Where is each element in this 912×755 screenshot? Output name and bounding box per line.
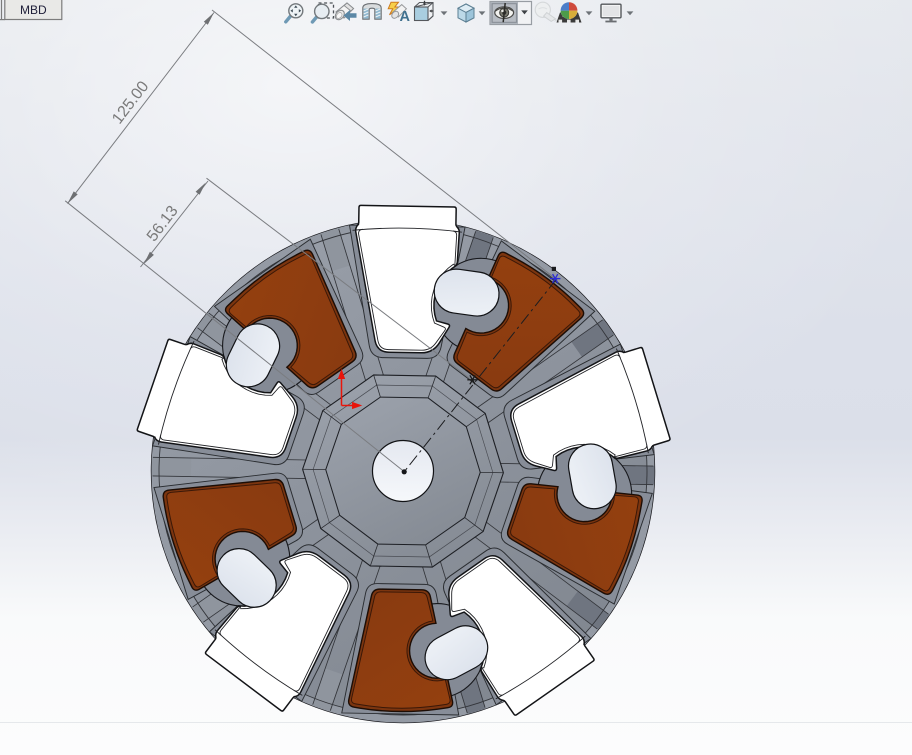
svg-text:MBD: MBD [20,3,47,17]
svg-text:A: A [400,9,411,25]
